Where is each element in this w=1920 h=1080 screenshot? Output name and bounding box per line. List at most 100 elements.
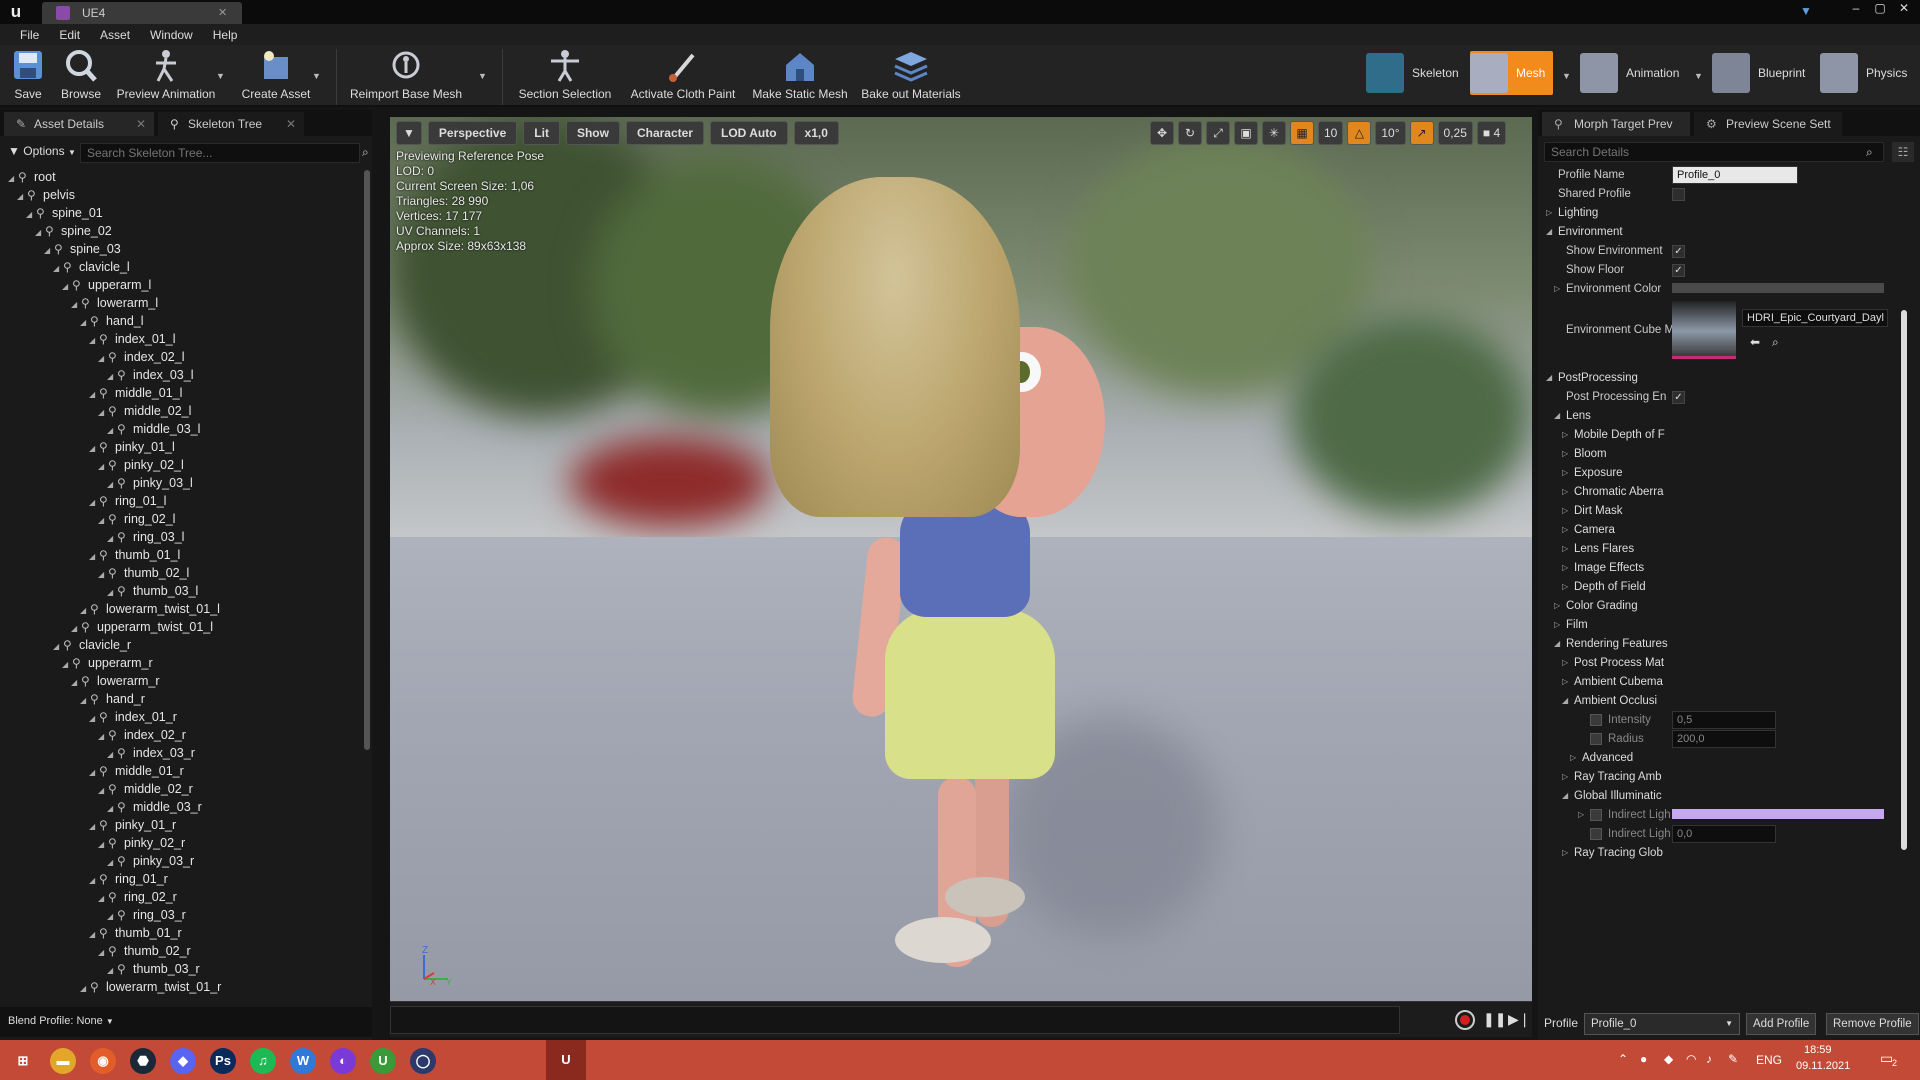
- taskbar-app-icon[interactable]: ◆: [170, 1048, 196, 1074]
- tree-node[interactable]: ◢ ⚲ hand_l: [80, 312, 144, 330]
- details-row[interactable]: ▷ Bloom: [1538, 443, 1912, 462]
- taskbar-app-icon[interactable]: U: [546, 1040, 586, 1080]
- rotation-snap-value[interactable]: 10°: [1375, 121, 1406, 145]
- add-profile-button[interactable]: Add Profile: [1746, 1013, 1817, 1035]
- details-scrollbar[interactable]: [1901, 310, 1907, 850]
- number-input[interactable]: 0,5: [1672, 711, 1776, 729]
- details-row[interactable]: ▷ Color Grading: [1538, 595, 1912, 614]
- taskbar-app-icon[interactable]: U: [370, 1048, 396, 1074]
- browse-asset-icon[interactable]: ⌕: [1772, 331, 1779, 353]
- document-tab[interactable]: UE4 ✕: [42, 2, 242, 24]
- lod-button[interactable]: LOD Auto: [709, 121, 788, 145]
- menu-asset[interactable]: Asset: [90, 24, 140, 45]
- tree-node[interactable]: ◢ ⚲ ring_02_r: [98, 888, 177, 906]
- details-row[interactable]: ▷ Advanced: [1538, 747, 1912, 766]
- show-button[interactable]: Show: [565, 121, 620, 145]
- mode-physics[interactable]: Physics: [1820, 51, 1907, 95]
- preview-animation-button[interactable]: Preview Animation: [112, 49, 220, 105]
- tree-node[interactable]: ◢ ⚲ pinky_01_r: [89, 816, 176, 834]
- use-selected-icon[interactable]: ⬅: [1750, 331, 1760, 353]
- tree-node[interactable]: ◢ ⚲ middle_01_r: [89, 762, 184, 780]
- step-forward-icon[interactable]: ▶❘: [1508, 1011, 1531, 1028]
- save-button[interactable]: Save: [10, 49, 46, 105]
- taskbar-app-icon[interactable]: ▬: [50, 1048, 76, 1074]
- details-row[interactable]: ▷ Image Effects: [1538, 557, 1912, 576]
- taskbar-app-icon[interactable]: ⬣: [130, 1048, 156, 1074]
- taskbar-app-icon[interactable]: Ps: [210, 1048, 236, 1074]
- scale-icon[interactable]: ⤢: [1206, 121, 1230, 145]
- tree-node[interactable]: ◢ ⚲ thumb_02_l: [98, 564, 189, 582]
- tree-node[interactable]: ◢ ⚲ middle_02_r: [98, 780, 193, 798]
- tray-app-icon[interactable]: ◆: [1664, 1052, 1673, 1066]
- tab-morph-target-preview[interactable]: ⚲ Morph Target Prev: [1542, 112, 1690, 136]
- tree-node[interactable]: ◢⚲upperarm_twist_01_r: [71, 996, 214, 998]
- menu-edit[interactable]: Edit: [49, 24, 90, 45]
- menu-help[interactable]: Help: [203, 24, 248, 45]
- reimport-dropdown-icon[interactable]: ▼: [478, 71, 487, 81]
- tree-node[interactable]: ◢ ⚲ ring_01_r: [89, 870, 168, 888]
- details-row[interactable]: ▷ Camera: [1538, 519, 1912, 538]
- menu-file[interactable]: File: [10, 24, 49, 45]
- mode-skeleton[interactable]: Skeleton: [1366, 51, 1459, 95]
- tree-node[interactable]: ◢ ⚲ pinky_01_l: [89, 438, 175, 456]
- tree-node[interactable]: ◢ ⚲ pinky_02_l: [98, 456, 184, 474]
- details-row[interactable]: ◢ Global Illuminatic: [1538, 785, 1912, 804]
- tree-node[interactable]: ◢ ⚲ middle_01_l: [89, 384, 182, 402]
- tree-node[interactable]: ◢ ⚲ upperarm_twist_01_l: [71, 618, 213, 636]
- record-button[interactable]: [1455, 1010, 1475, 1030]
- blend-profile-dropdown[interactable]: Blend Profile: None ▼: [8, 1015, 114, 1027]
- scale-snap-value[interactable]: 0,25: [1437, 121, 1473, 145]
- tree-node[interactable]: ◢ ⚲ upperarm_l: [62, 276, 151, 294]
- close-tab-icon[interactable]: ✕: [286, 112, 296, 136]
- tree-node[interactable]: ◢ ⚲ spine_03: [44, 240, 121, 258]
- remove-profile-button[interactable]: Remove Profile: [1826, 1013, 1919, 1035]
- tray-app-icon[interactable]: ●: [1640, 1052, 1647, 1066]
- animation-mode-dropdown-icon[interactable]: ▼: [1694, 71, 1703, 81]
- tree-node[interactable]: ◢ ⚲ ring_03_l: [107, 528, 184, 546]
- color-swatch[interactable]: [1672, 809, 1884, 819]
- details-row[interactable]: ▷ Lens Flares: [1538, 538, 1912, 557]
- playback-speed-button[interactable]: x1,0: [793, 121, 839, 145]
- details-row[interactable]: ◢ Lens: [1538, 405, 1912, 424]
- tree-node[interactable]: ◢ ⚲ thumb_02_r: [98, 942, 191, 960]
- activate-cloth-paint-button[interactable]: Activate Cloth Paint: [628, 49, 738, 105]
- cubemap-thumbnail[interactable]: [1672, 301, 1736, 359]
- minimize-button[interactable]: –: [1846, 0, 1866, 16]
- tab-skeleton-tree[interactable]: ⚲ Skeleton Tree ✕: [158, 112, 304, 136]
- tree-node[interactable]: ◢ ⚲ pelvis: [17, 186, 75, 204]
- override-checkbox[interactable]: [1590, 809, 1602, 821]
- tree-node[interactable]: ◢ ⚲ spine_02: [35, 222, 112, 240]
- tree-node[interactable]: ◢ ⚲ middle_03_r: [107, 798, 202, 816]
- details-row[interactable]: ◢ Environment: [1538, 221, 1912, 240]
- tree-node[interactable]: ◢ ⚲ thumb_03_l: [107, 582, 198, 600]
- surface-snap-icon[interactable]: ✳: [1262, 121, 1286, 145]
- tree-node[interactable]: ◢ ⚲ pinky_02_r: [98, 834, 185, 852]
- create-asset-dropdown-icon[interactable]: ▼: [312, 71, 321, 81]
- tree-node[interactable]: ◢ ⚲ lowerarm_r: [71, 672, 160, 690]
- details-row[interactable]: ▷ Lighting: [1538, 202, 1912, 221]
- override-checkbox[interactable]: [1590, 714, 1602, 726]
- override-checkbox[interactable]: [1590, 828, 1602, 840]
- scale-snap-icon[interactable]: ↗: [1409, 121, 1434, 145]
- taskbar-app-icon[interactable]: ⊞: [10, 1048, 36, 1074]
- volume-icon[interactable]: ♪: [1706, 1052, 1712, 1066]
- number-input[interactable]: 0,0: [1672, 825, 1776, 843]
- wifi-icon[interactable]: ◠: [1686, 1052, 1696, 1066]
- menu-window[interactable]: Window: [140, 24, 203, 45]
- tree-node[interactable]: ◢ ⚲ index_01_l: [89, 330, 175, 348]
- details-row[interactable]: ▷ Chromatic Aberra: [1538, 481, 1912, 500]
- color-swatch[interactable]: [1672, 283, 1884, 293]
- maximize-button[interactable]: ▢: [1870, 0, 1890, 16]
- profile-name-input[interactable]: Profile_0: [1672, 166, 1798, 184]
- taskbar-app-icon[interactable]: ◉: [90, 1048, 116, 1074]
- grid-snap-icon[interactable]: ▦: [1290, 121, 1314, 145]
- details-row[interactable]: ▷ Ambient Cubema: [1538, 671, 1912, 690]
- tree-node[interactable]: ◢ ⚲ ring_02_l: [98, 510, 175, 528]
- details-search-input[interactable]: [1544, 142, 1884, 162]
- character-button[interactable]: Character: [625, 121, 704, 145]
- tree-node[interactable]: ◢ ⚲ ring_01_l: [89, 492, 166, 510]
- tree-node[interactable]: ◢ ⚲ hand_r: [80, 690, 145, 708]
- pen-icon[interactable]: ✎: [1728, 1052, 1738, 1066]
- tray-expand-icon[interactable]: ⌃: [1618, 1052, 1628, 1066]
- lit-button[interactable]: Lit: [523, 121, 560, 145]
